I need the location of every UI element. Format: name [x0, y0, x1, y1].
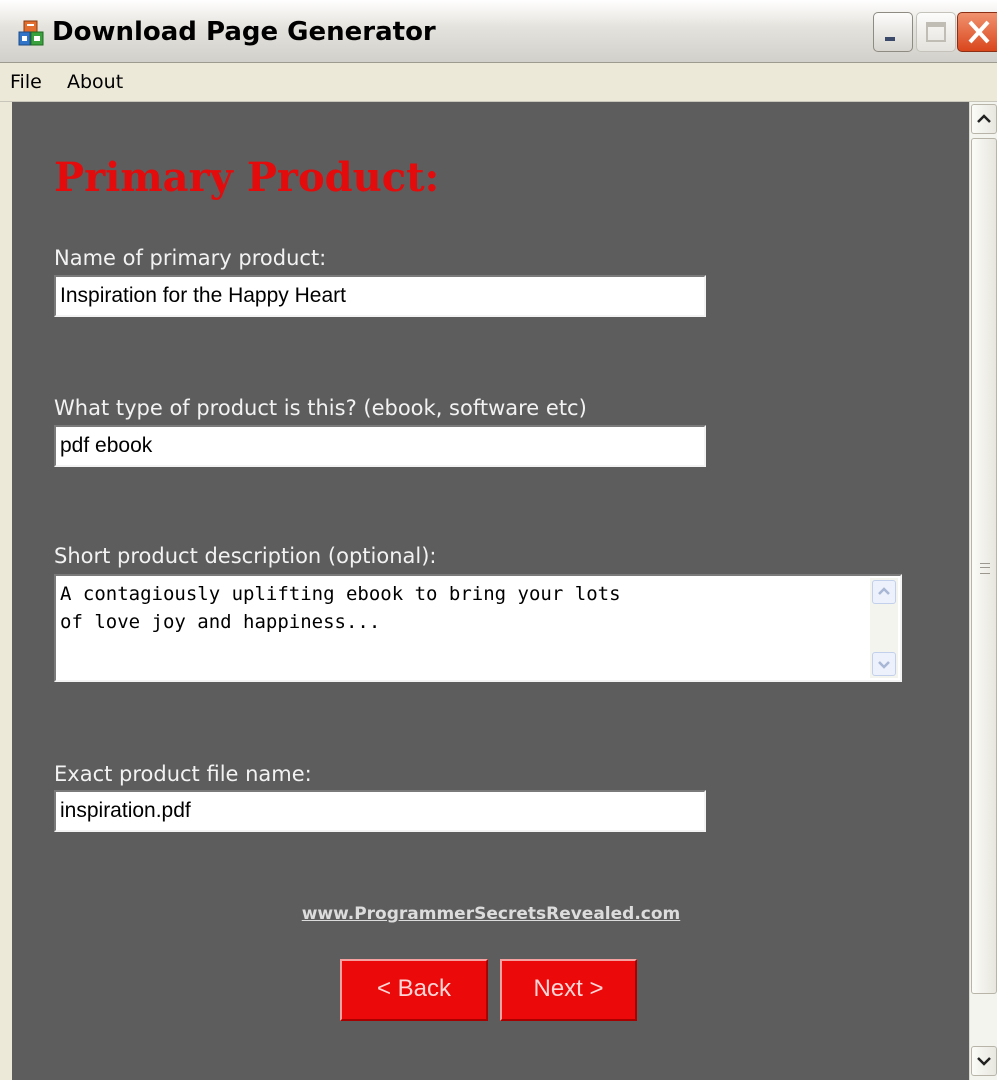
chevron-down-icon: [977, 1057, 991, 1066]
menu-bar: File About: [0, 63, 997, 102]
scroll-thumb[interactable]: [971, 138, 997, 994]
app-window-icon: [18, 20, 44, 46]
grip-icon: [980, 563, 990, 574]
product-name-label: Name of primary product:: [54, 246, 327, 270]
product-description-textarea[interactable]: A contagiously uplifting ebook to bring …: [54, 574, 902, 682]
file-name-label: Exact product file name:: [54, 762, 312, 786]
website-link[interactable]: www.ProgrammerSecretsRevealed.com: [256, 902, 726, 926]
window-title: Download Page Generator: [52, 17, 436, 47]
scroll-down-button[interactable]: [971, 1046, 997, 1076]
vertical-scrollbar[interactable]: [969, 102, 997, 1080]
next-button[interactable]: Next >: [500, 959, 637, 1021]
product-type-input[interactable]: pdf ebook: [54, 425, 706, 467]
close-icon: [968, 20, 990, 44]
page-title: Primary Product:: [54, 154, 440, 201]
scroll-up-button[interactable]: [971, 104, 997, 134]
file-name-input[interactable]: inspiration.pdf: [54, 790, 706, 832]
title-bar[interactable]: Download Page Generator: [0, 0, 997, 63]
textarea-scroll-down-button[interactable]: [872, 652, 896, 676]
textarea-scrollbar[interactable]: [870, 578, 898, 678]
close-button[interactable]: [957, 12, 997, 52]
minimize-icon: [885, 37, 895, 41]
chevron-up-icon: [878, 587, 890, 595]
menu-about[interactable]: About: [67, 69, 123, 95]
product-type-label: What type of product is this? (ebook, so…: [54, 396, 587, 420]
form-panel: Primary Product: Name of primary product…: [12, 102, 969, 1080]
chevron-up-icon: [977, 114, 991, 123]
minimize-button[interactable]: [873, 12, 913, 52]
textarea-scroll-up-button[interactable]: [872, 580, 896, 604]
product-description-text[interactable]: A contagiously uplifting ebook to bring …: [60, 580, 860, 636]
menu-file[interactable]: File: [10, 69, 42, 95]
back-button[interactable]: < Back: [340, 959, 488, 1021]
maximize-button[interactable]: [916, 12, 956, 52]
maximize-icon: [926, 22, 946, 42]
chevron-down-icon: [878, 661, 890, 669]
app-window: Download Page Generator File About Prima…: [0, 0, 997, 1080]
product-name-input[interactable]: Inspiration for the Happy Heart: [54, 275, 706, 317]
product-description-label: Short product description (optional):: [54, 544, 437, 568]
